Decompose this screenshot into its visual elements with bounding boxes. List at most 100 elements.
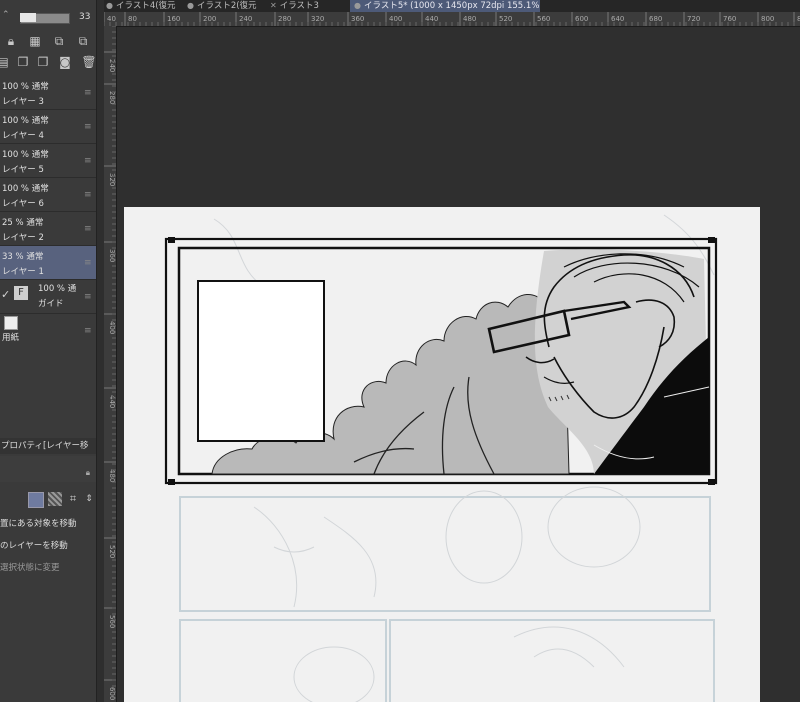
drag-handle-icon[interactable]: ≡: [84, 156, 92, 166]
lock-icon[interactable]: 🔒︎: [86, 468, 90, 478]
layer-opacity: 100 % 通常: [2, 114, 49, 126]
layer-blend-value: 通常: [31, 184, 49, 194]
layer-opacity: 100 % 通常: [2, 148, 49, 160]
ruler-tick-label: 40: [107, 15, 116, 23]
lock-icon[interactable]: 🔒︎: [2, 32, 20, 50]
layer-item[interactable]: 100 % 通常 レイヤー 6 ≡: [0, 178, 96, 212]
drag-handle-icon[interactable]: ≡: [84, 190, 92, 200]
ruler-tick-label: 520: [499, 15, 512, 23]
tab-label: イラスト2(復元: [196, 1, 257, 11]
ruler-tick-label: 480: [463, 15, 476, 23]
layer-opacity-value: 100 %: [2, 116, 30, 126]
reference-icon[interactable]: ⧉: [74, 32, 92, 50]
ruler-tick-label: 600: [575, 15, 588, 23]
layer-opacity: 33 % 通常: [2, 250, 43, 262]
tool-property-box: 🔒︎: [0, 456, 96, 482]
layer-opacity-value: 33 %: [2, 252, 24, 262]
dot-icon: ●: [354, 1, 361, 10]
layer-name: レイヤー 1: [2, 267, 44, 277]
tab-label: イラスト5* (1000 x 1450px 72dpi 155.1%): [363, 1, 540, 11]
layer-opacity-value: 100 %: [2, 184, 30, 194]
new-layer-icon[interactable]: ▤: [0, 53, 12, 71]
close-icon[interactable]: ✕: [270, 1, 277, 10]
tab-illust4[interactable]: ● イラスト4(復元: [106, 0, 180, 12]
tool-property-header: プロパティ[レイヤー移動]: [0, 438, 96, 467]
ruler-horizontal: 40 80 160 200 240 280 320 360 400 440 480 520 560 600…: [104, 12, 800, 27]
drag-handle-icon[interactable]: ≡: [84, 326, 92, 336]
ruler-tick-label: 320: [108, 173, 116, 186]
layer-item[interactable]: 100 % 通常 レイヤー 5 ≡: [0, 144, 96, 178]
layer-opacity-value: 100 %: [2, 150, 30, 160]
layer-opacity: 100 % 通: [38, 282, 76, 294]
layer-name: ガイド: [38, 299, 64, 309]
opacity-slider-row: ⌃ 33: [0, 9, 96, 27]
ruler-tick-label: 360: [351, 15, 364, 23]
layer-item[interactable]: 25 % 通常 レイヤー 2 ≡: [0, 212, 96, 246]
layer-blend-value: 通常: [31, 150, 49, 160]
paper-thumbnail-icon: [4, 316, 18, 330]
option-move-object[interactable]: 置にある対象を移動: [0, 517, 77, 529]
layer-blend-value: 通常: [31, 82, 49, 92]
layer-item-paper[interactable]: 用紙 ≡: [0, 314, 96, 348]
layer-panel: ⌃ 33 🔒︎ ▦ ⧉ ⧉ ▤ ❐ ❐ ◙ 🗑︎ 100 % 通常 レイヤー 3 ≡…: [0, 0, 96, 702]
ruler-tick-label: 640: [611, 15, 624, 23]
layer-action-toolbar: ▤ ❐ ❐ ◙ 🗑︎: [0, 53, 96, 73]
layer-name: 用紙: [2, 333, 20, 343]
merge-layer-icon[interactable]: ❐: [34, 53, 52, 71]
ruler-tick-label: 560: [537, 15, 550, 23]
canvas-paper[interactable]: [124, 207, 760, 702]
layer-blend-value: 通常: [31, 116, 49, 126]
layer-opacity-value: 100 %: [2, 82, 30, 92]
manga-page-artwork: [164, 214, 718, 702]
ruler-tick-label: 720: [687, 15, 700, 23]
ruler-tick-label: 240: [239, 15, 252, 23]
layer-item-guide[interactable]: ✓ F 100 % 通 ガイド ≡: [0, 280, 96, 314]
chevron-icon[interactable]: ⌃: [2, 10, 10, 20]
tab-illust2[interactable]: ● イラスト2(復元: [187, 0, 263, 12]
layer-item[interactable]: 100 % 通常レイヤー 3 ≡: [0, 76, 96, 110]
layer-opacity: 100 % 通常: [2, 182, 49, 194]
ruler-vertical: 240 280 320 360 400 440 480 520 560 600: [104, 26, 117, 702]
option-change-selection[interactable]: 選択状態に変更: [0, 561, 60, 573]
ruler-tick-label: 760: [723, 15, 736, 23]
ruler-vertical-ticks: 240280320360400440480520560600: [104, 26, 116, 700]
ruler-tick-label: 280: [278, 15, 291, 23]
layer-opacity-value: 25 %: [2, 218, 24, 228]
layer-item[interactable]: 100 % 通常 レイヤー 4 ≡: [0, 110, 96, 144]
ruler-tick-label: 160: [167, 15, 180, 23]
duplicate-layer-icon[interactable]: ❐: [14, 53, 32, 71]
layer-name: レイヤー 3: [2, 97, 44, 107]
ruler-tick-label: 320: [311, 15, 324, 23]
updown-icon[interactable]: ⇕: [82, 492, 96, 506]
ruler-tick-label: 440: [425, 15, 438, 23]
ruler-tick-label: 680: [649, 15, 662, 23]
option-move-layer[interactable]: のレイヤーを移動: [0, 539, 68, 551]
clip-icon[interactable]: ⧉: [50, 32, 68, 50]
ruler-tick-label: 800: [761, 15, 774, 23]
lock-transparent-icon[interactable]: ▦: [26, 32, 44, 50]
ruler-tick-label: 520: [108, 545, 116, 558]
move-mode-button[interactable]: [28, 492, 44, 508]
ruler-tick-label: 440: [108, 395, 116, 408]
drag-handle-icon[interactable]: ≡: [84, 122, 92, 132]
tab-illust3[interactable]: ✕ イラスト3: [270, 0, 340, 12]
layer-name: レイヤー 5: [2, 165, 44, 175]
layer-name: レイヤー 4: [2, 131, 44, 141]
opacity-value[interactable]: 33: [79, 12, 90, 22]
drag-handle-icon[interactable]: ≡: [84, 292, 92, 302]
drag-handle-icon[interactable]: ≡: [84, 88, 92, 98]
layer-name: レイヤー 6: [2, 199, 44, 209]
layer-item[interactable]: 33 % 通常 レイヤー 1 ≡: [0, 246, 96, 280]
mask-icon[interactable]: ◙: [56, 53, 74, 71]
opacity-slider-fill: [20, 13, 36, 22]
layer-blend-value: 通常: [26, 252, 44, 262]
move-pattern-button[interactable]: [48, 492, 62, 506]
tab-label: イラスト4(復元: [115, 1, 176, 11]
tab-illust5[interactable]: ● イラスト5* (1000 x 1450px 72dpi 155.1%): [350, 0, 540, 12]
trash-icon[interactable]: 🗑︎: [80, 53, 96, 71]
visibility-check-icon[interactable]: ✓: [1, 288, 10, 301]
layer-opacity: 25 % 通常: [2, 216, 43, 228]
grid-icon[interactable]: ⌗: [66, 492, 80, 506]
drag-handle-icon[interactable]: ≡: [84, 258, 92, 268]
drag-handle-icon[interactable]: ≡: [84, 224, 92, 234]
